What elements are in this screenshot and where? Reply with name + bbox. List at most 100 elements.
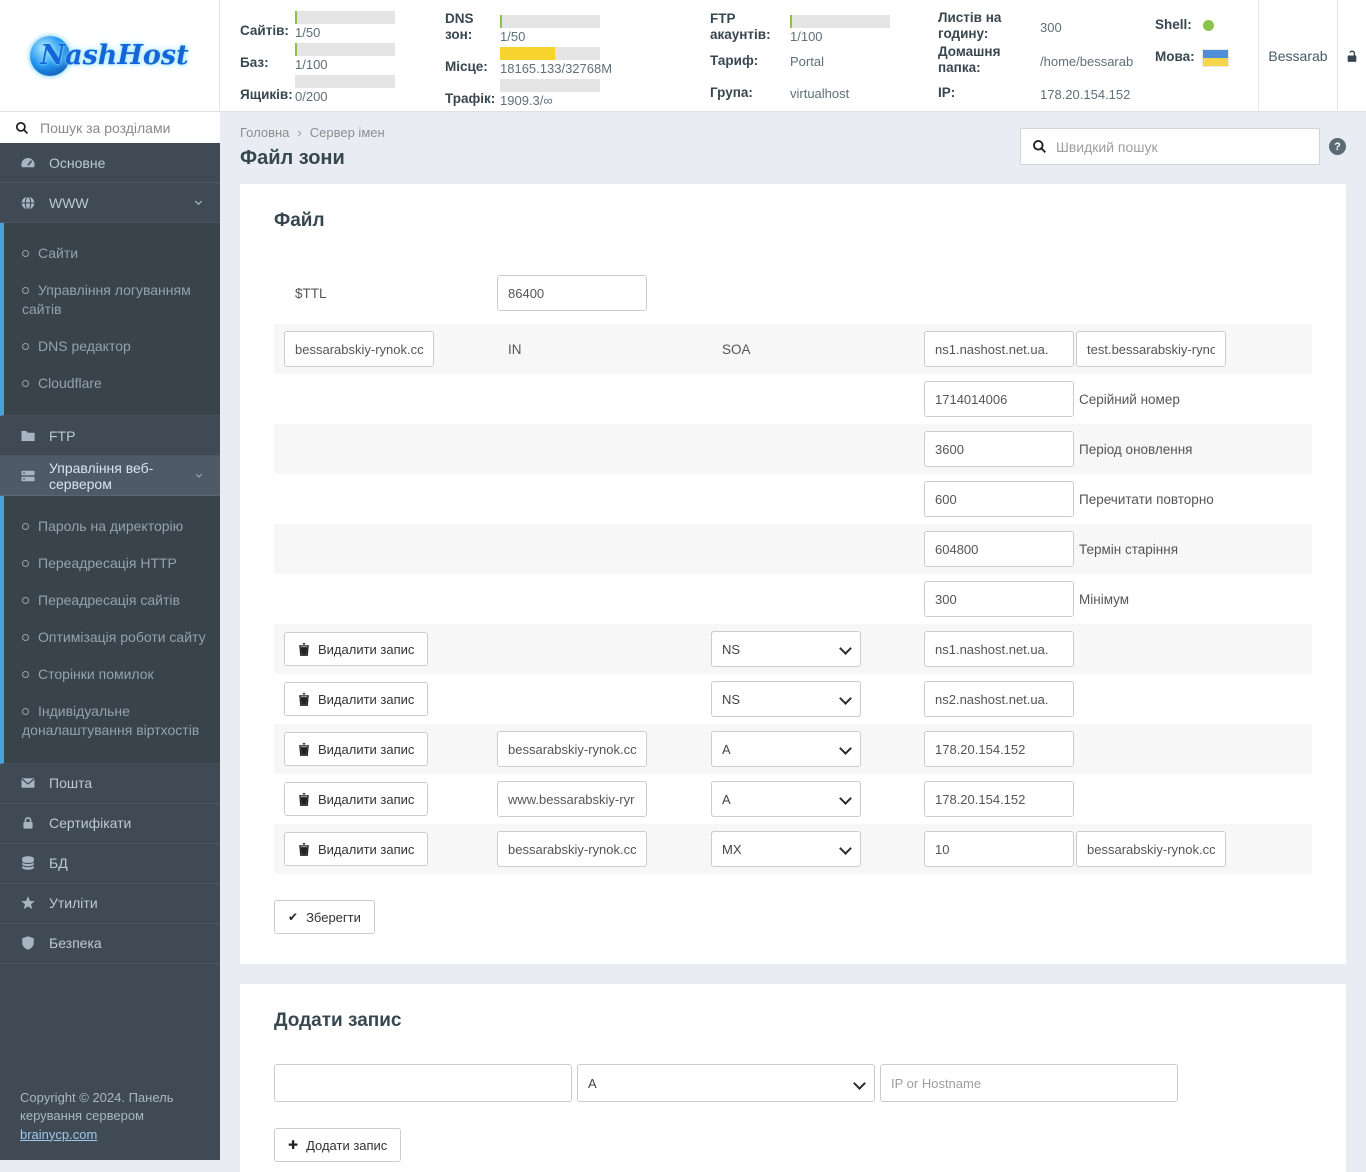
stat-label: Листів на годину: [938, 10, 1002, 41]
soa-retry-input[interactable] [924, 481, 1074, 517]
sidebar-item-utilities[interactable]: Утиліти [0, 884, 220, 924]
circle-bullet-icon [22, 342, 29, 350]
record-type-select-wrap: NS [711, 681, 861, 717]
stats-col-account-info: Листів на годину: 300 Домашня папка: /ho… [938, 10, 1155, 111]
add-record-card: Додати запис A ✚ Додати запис [240, 984, 1346, 1172]
sidebar-item-site-logging[interactable]: Управління логуванням сайтів [4, 272, 220, 328]
sidebar-item-site-redirect[interactable]: Переадресація сайтів [4, 582, 220, 619]
delete-record-button[interactable]: Видалити запис [284, 682, 429, 716]
soa-class: IN [508, 341, 522, 357]
sidebar-item-label: Управління веб-сервером [49, 459, 154, 492]
soa-minimum-input[interactable] [924, 581, 1074, 617]
record-value-input[interactable] [924, 731, 1074, 767]
sidebar-item-dns-editor[interactable]: DNS редактор [4, 328, 220, 365]
sidebar: Основне WWW Сайти Управління логуванням … [0, 112, 220, 1160]
sites-progress-bar [295, 11, 395, 24]
stat-value: 0/200 [295, 89, 328, 104]
sidebar-item-webserver-management[interactable]: Управління веб-сервером [0, 456, 220, 497]
soa-refresh-row: Період оновлення [274, 424, 1312, 474]
soa-expire-input[interactable] [924, 531, 1074, 567]
databases-progress-bar [295, 43, 395, 56]
record-type-select[interactable]: A [711, 731, 861, 767]
soa-name-input[interactable] [284, 331, 434, 367]
stat-value: 1909.3/∞ [500, 92, 553, 108]
stat-value: 1/100 [295, 57, 328, 72]
top-bar: NashHost Сайтів: 1/50 Баз: 1/100 Ящиків: [0, 0, 1366, 112]
breadcrumb-nameserver[interactable]: Сервер імен [289, 125, 384, 140]
chevron-down-icon [196, 474, 203, 479]
stat-label: Група: [710, 84, 753, 100]
user-menu[interactable]: Bessarab [1258, 0, 1337, 112]
soa-refresh-input[interactable] [924, 431, 1074, 467]
sidebar-item-cloudflare[interactable]: Cloudflare [4, 365, 220, 402]
soa-expire-label: Термін старіння [1079, 541, 1179, 557]
add-record-title: Додати запис [274, 1010, 402, 1031]
record-type-select[interactable]: NS [711, 681, 861, 717]
stat-emails-per-hour: Листів на годину: 300 [938, 10, 1155, 42]
copyright-text: Copyright © 2024. Панель керування серве… [20, 1089, 174, 1124]
sidebar-footer: Copyright © 2024. Панель керування серве… [0, 1075, 220, 1160]
new-record-name-input[interactable] [274, 1064, 572, 1102]
help-icon[interactable]: ? [1329, 138, 1346, 155]
stat-home-folder: Домашня папка: /home/bessarab [938, 44, 1155, 76]
sidebar-item-vhost-custom-config[interactable]: Індивідуальне доналаштування віртхостів [4, 693, 220, 749]
delete-record-button[interactable]: Видалити запис [284, 782, 429, 816]
stat-value: 300 [1040, 19, 1062, 35]
sidebar-item-www[interactable]: WWW [0, 183, 220, 223]
sidebar-item-sites[interactable]: Сайти [4, 235, 220, 272]
circle-bullet-icon [22, 379, 29, 387]
breadcrumb-home[interactable]: Головна [240, 125, 289, 140]
sidebar-item-site-optimization[interactable]: Оптимізація роботи сайту [4, 619, 220, 656]
sidebar-item-error-pages[interactable]: Сторінки помилок [4, 656, 220, 693]
save-button[interactable]: ✔ Зберегти [274, 900, 375, 934]
circle-bullet-icon [22, 707, 29, 715]
record-type-select-wrap: MX [711, 831, 861, 867]
soa-minimum-row: Мінімум [274, 574, 1312, 624]
record-value-input[interactable] [924, 681, 1074, 717]
sidebar-item-databases[interactable]: БД [0, 844, 220, 884]
soa-primary-ns-input[interactable] [924, 331, 1074, 367]
brand-logo[interactable]: NashHost [30, 35, 189, 76]
sidebar-search[interactable] [0, 112, 220, 143]
soa-admin-input[interactable] [1076, 331, 1226, 367]
sidebar-item-mail[interactable]: Пошта [0, 764, 220, 804]
new-record-value-input[interactable] [880, 1064, 1178, 1102]
record-type-select-wrap: A [711, 731, 861, 767]
record-priority-input[interactable] [924, 831, 1074, 867]
new-record-type-select[interactable]: A [577, 1064, 875, 1102]
stat-label: Трафік: [445, 90, 496, 106]
sidebar-item-main[interactable]: Основне [0, 143, 220, 183]
logo-box: NashHost [0, 0, 220, 112]
sidebar-item-label: Основне [49, 154, 106, 171]
delete-record-button[interactable]: Видалити запис [284, 732, 429, 766]
sidebar-search-input[interactable] [40, 119, 205, 136]
sidebar-item-directory-password[interactable]: Пароль на директорію [4, 508, 220, 545]
record-value-input[interactable] [924, 781, 1074, 817]
envelope-icon [21, 778, 35, 788]
record-name-input[interactable] [497, 831, 647, 867]
brainycp-link[interactable]: brainycp.com [20, 1127, 97, 1142]
zone-file-card: Файл $TTL IN SOA Серійний номер [240, 184, 1346, 964]
record-type-select[interactable]: NS [711, 631, 861, 667]
logout-lock-icon[interactable] [1337, 0, 1366, 112]
delete-record-button[interactable]: Видалити запис [284, 832, 429, 866]
quick-search-input[interactable] [1056, 138, 1308, 155]
record-value-input[interactable] [924, 631, 1074, 667]
record-mx-target-input[interactable] [1076, 831, 1226, 867]
ukraine-flag-icon[interactable] [1203, 49, 1228, 66]
lock-icon [23, 817, 33, 829]
ttl-input[interactable] [497, 275, 647, 311]
record-type-select[interactable]: A [711, 781, 861, 817]
sidebar-item-ftp[interactable]: FTP [0, 416, 220, 457]
main-content: ГоловнаСервер імен Файл зони ? Файл $TTL [220, 112, 1366, 1172]
sidebar-item-http-redirect[interactable]: Переадресація HTTP [4, 545, 220, 582]
add-record-button[interactable]: ✚ Додати запис [274, 1128, 402, 1162]
record-name-input[interactable] [497, 731, 647, 767]
record-type-select[interactable]: MX [711, 831, 861, 867]
sidebar-item-certificates[interactable]: Сертифікати [0, 804, 220, 844]
delete-record-button[interactable]: Видалити запис [284, 632, 429, 666]
quick-search[interactable] [1020, 128, 1320, 165]
sidebar-item-security[interactable]: Безпека [0, 924, 220, 964]
record-name-input[interactable] [497, 781, 647, 817]
soa-serial-input[interactable] [924, 381, 1074, 417]
